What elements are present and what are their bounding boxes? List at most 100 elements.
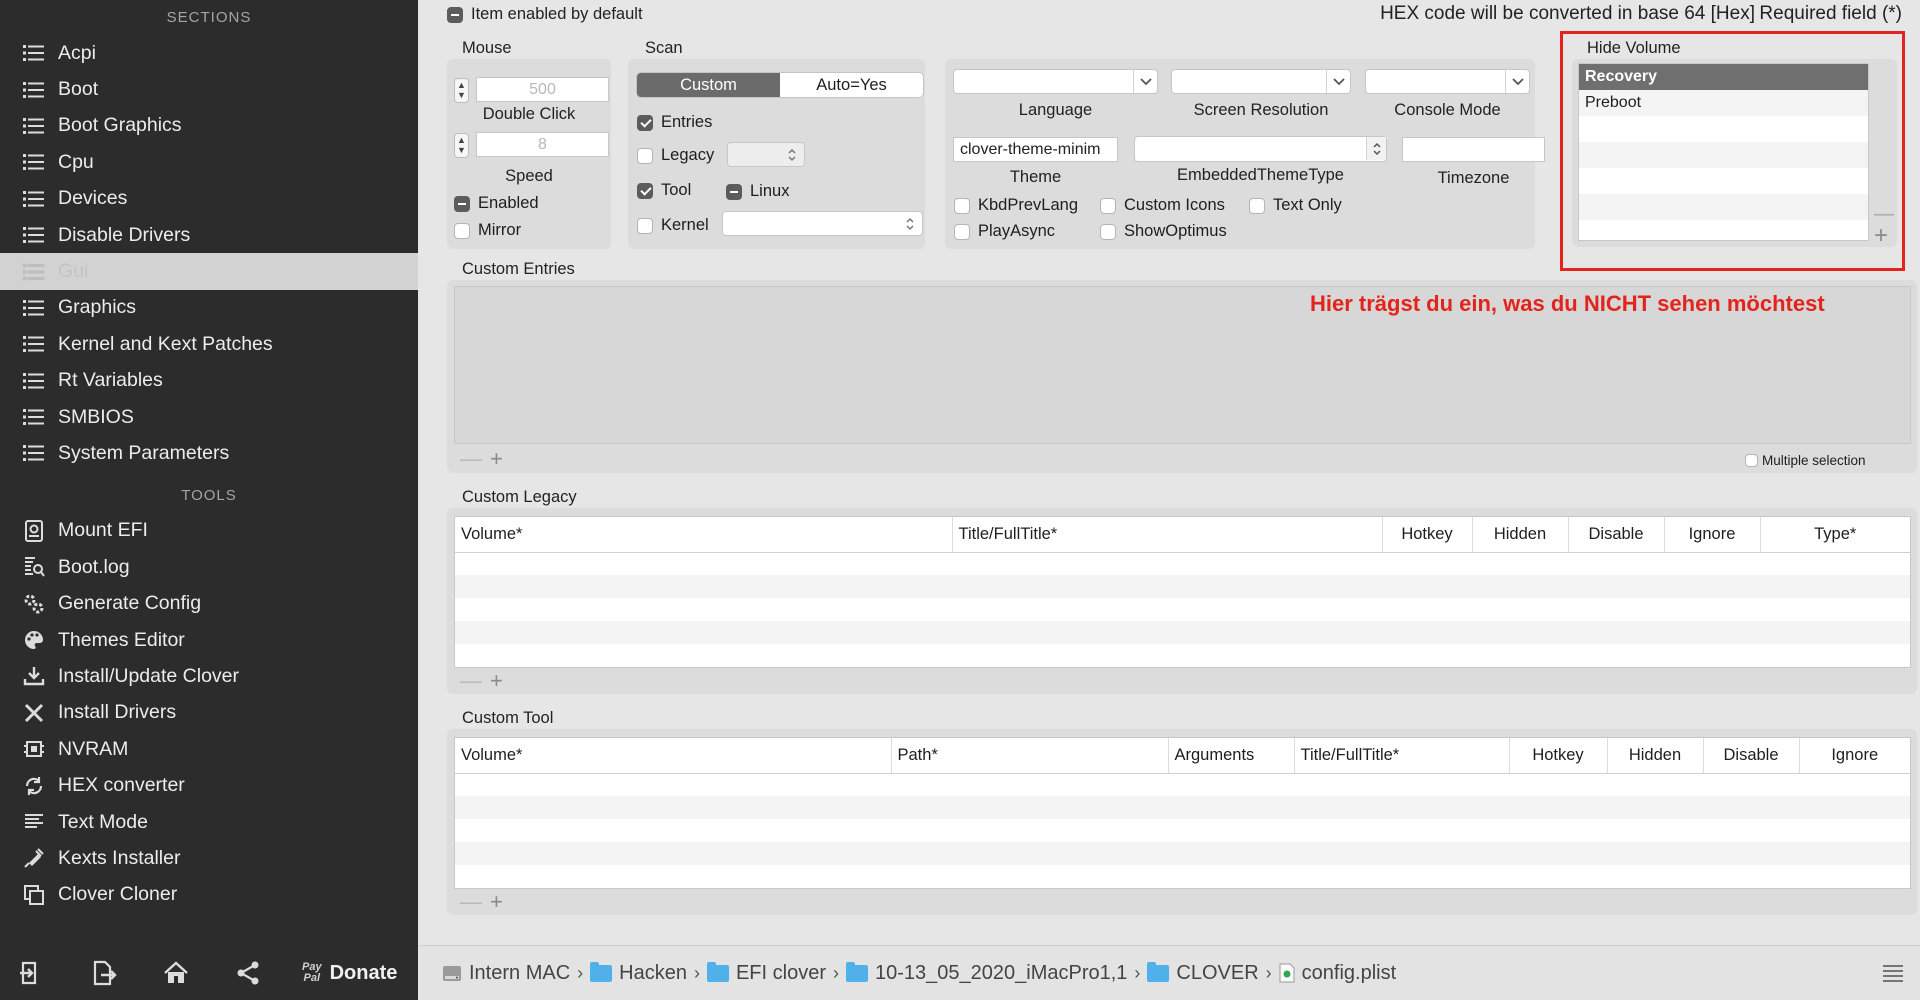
path-item-folder[interactable]: CLOVER › bbox=[1147, 961, 1278, 985]
scan-legacy-checkbox[interactable] bbox=[637, 147, 653, 164]
legacy-popup[interactable] bbox=[727, 142, 805, 167]
mouse-enabled-row[interactable]: Enabled bbox=[454, 194, 539, 213]
table-row[interactable] bbox=[455, 575, 1910, 598]
sidebar-item-acpi[interactable]: Acpi bbox=[0, 35, 418, 71]
multiple-selection-checkbox[interactable] bbox=[1745, 454, 1758, 467]
list-item[interactable] bbox=[1579, 142, 1868, 168]
double-click-stepper[interactable]: ▲ ▼ bbox=[454, 78, 469, 103]
tool-text-mode[interactable]: Text Mode bbox=[0, 804, 418, 840]
mouse-enabled-checkbox[interactable] bbox=[454, 195, 470, 212]
share-icon[interactable] bbox=[226, 953, 270, 993]
list-item[interactable] bbox=[1579, 220, 1868, 240]
kbdprevlang-checkbox[interactable] bbox=[954, 197, 970, 214]
list-item[interactable] bbox=[1579, 168, 1868, 194]
speed-field[interactable]: 8 bbox=[476, 132, 609, 157]
add-button[interactable]: + bbox=[490, 668, 511, 693]
scan-mode-segmented[interactable]: Custom Auto=Yes bbox=[636, 72, 924, 98]
timezone-field[interactable] bbox=[1402, 137, 1545, 162]
showoptimus-row[interactable]: ShowOptimus bbox=[1100, 222, 1227, 241]
add-button[interactable]: + bbox=[490, 446, 511, 471]
scan-auto-segment[interactable]: Auto=Yes bbox=[780, 73, 923, 97]
tool-hex-converter[interactable]: HEX converter bbox=[0, 767, 418, 803]
column-header[interactable]: Type* bbox=[1760, 517, 1910, 553]
tool-boot-log[interactable]: Boot.log bbox=[0, 549, 418, 585]
column-header[interactable]: Title/FullTitle* bbox=[952, 517, 1383, 553]
item-enabled-checkbox[interactable] bbox=[447, 6, 463, 23]
custom-icons-checkbox[interactable] bbox=[1100, 197, 1116, 214]
playasync-checkbox[interactable] bbox=[954, 223, 970, 240]
screen-resolution-popup[interactable] bbox=[1171, 69, 1351, 94]
sidebar-item-devices[interactable]: Devices bbox=[0, 181, 418, 217]
home-icon[interactable] bbox=[154, 953, 198, 993]
mouse-mirror-row[interactable]: Mirror bbox=[454, 221, 521, 240]
menu-lines-icon[interactable] bbox=[1882, 964, 1904, 988]
sidebar-item-boot-graphics[interactable]: Boot Graphics bbox=[0, 108, 418, 144]
double-click-field[interactable]: 500 bbox=[476, 77, 609, 102]
scan-tool-checkbox[interactable] bbox=[637, 182, 653, 199]
remove-button[interactable]: — bbox=[460, 446, 490, 471]
hide-volume-add-button[interactable]: + bbox=[1874, 224, 1888, 248]
column-header[interactable]: Title/FullTitle* bbox=[1294, 738, 1510, 774]
tool-nvram[interactable]: NVRAM bbox=[0, 731, 418, 767]
column-header[interactable]: Disable bbox=[1703, 738, 1800, 774]
donate-button[interactable]: Pay Pal Donate bbox=[302, 962, 397, 985]
column-header[interactable]: Hotkey bbox=[1382, 517, 1473, 553]
remove-button[interactable]: — bbox=[460, 889, 490, 914]
item-enabled-row[interactable]: Item enabled by default bbox=[447, 5, 643, 24]
text-only-checkbox[interactable] bbox=[1249, 197, 1265, 214]
path-item-file[interactable]: config.plist bbox=[1279, 962, 1396, 985]
tool-install-drivers[interactable]: Install Drivers bbox=[0, 695, 418, 731]
table-row[interactable] bbox=[455, 598, 1910, 621]
path-item-folder[interactable]: 10-13_05_2020_iMacPro1,1 › bbox=[846, 961, 1147, 985]
scan-entries-checkbox[interactable] bbox=[637, 114, 653, 131]
column-header[interactable]: Volume* bbox=[455, 517, 953, 553]
tool-mount-efi[interactable]: Mount EFI bbox=[0, 513, 418, 549]
scan-tool-row[interactable]: Tool bbox=[637, 181, 691, 200]
table-row[interactable] bbox=[455, 773, 1910, 796]
scan-kernel-checkbox[interactable] bbox=[637, 217, 653, 234]
theme-field[interactable]: clover-theme-minim bbox=[953, 137, 1118, 162]
list-item[interactable]: Recovery bbox=[1579, 64, 1868, 90]
export-file-icon[interactable] bbox=[82, 953, 126, 993]
scan-entries-row[interactable]: Entries bbox=[637, 113, 712, 132]
table-row[interactable] bbox=[455, 819, 1910, 842]
sidebar-item-disable-drivers[interactable]: Disable Drivers bbox=[0, 217, 418, 253]
custom-entries-add-remove[interactable]: —+ bbox=[460, 446, 511, 471]
column-header[interactable]: Hidden bbox=[1472, 517, 1569, 553]
custom-legacy-add-remove[interactable]: —+ bbox=[460, 668, 511, 693]
scan-custom-segment[interactable]: Custom bbox=[637, 73, 780, 97]
hide-volume-list[interactable]: Recovery Preboot bbox=[1578, 63, 1869, 241]
tool-themes-editor[interactable]: Themes Editor bbox=[0, 622, 418, 658]
table-row[interactable] bbox=[455, 865, 1910, 888]
scan-kernel-row[interactable]: Kernel bbox=[637, 216, 709, 235]
custom-tool-add-remove[interactable]: —+ bbox=[460, 889, 511, 914]
scan-legacy-row[interactable]: Legacy bbox=[637, 146, 714, 165]
multiple-selection-row[interactable]: Multiple selection bbox=[1745, 453, 1866, 468]
playasync-row[interactable]: PlayAsync bbox=[954, 222, 1055, 241]
column-header[interactable]: Arguments bbox=[1168, 738, 1295, 774]
sidebar-item-kernel-and-kext-patches[interactable]: Kernel and Kext Patches bbox=[0, 326, 418, 362]
column-header[interactable]: Path* bbox=[891, 738, 1169, 774]
mouse-mirror-checkbox[interactable] bbox=[454, 222, 470, 239]
column-header[interactable]: Volume* bbox=[455, 738, 892, 774]
list-item[interactable]: Preboot bbox=[1579, 90, 1868, 116]
sidebar-item-boot[interactable]: Boot bbox=[0, 71, 418, 107]
scan-linux-checkbox[interactable] bbox=[726, 183, 742, 200]
showoptimus-checkbox[interactable] bbox=[1100, 223, 1116, 240]
table-row[interactable] bbox=[455, 796, 1910, 819]
sidebar-item-rt-variables[interactable]: Rt Variables bbox=[0, 363, 418, 399]
add-button[interactable]: + bbox=[490, 889, 511, 914]
list-item[interactable] bbox=[1579, 194, 1868, 220]
column-header[interactable]: Hotkey bbox=[1509, 738, 1608, 774]
hide-volume-remove-button[interactable]: — bbox=[1874, 204, 1894, 224]
kbdprevlang-row[interactable]: KbdPrevLang bbox=[954, 196, 1078, 215]
table-row[interactable] bbox=[455, 842, 1910, 865]
custom-legacy-table[interactable]: Volume* Title/FullTitle* Hotkey Hidden D… bbox=[454, 516, 1911, 668]
remove-button[interactable]: — bbox=[460, 668, 490, 693]
custom-tool-table[interactable]: Volume* Path* Arguments Title/FullTitle*… bbox=[454, 737, 1911, 889]
column-header[interactable]: Ignore bbox=[1799, 738, 1910, 774]
text-only-row[interactable]: Text Only bbox=[1249, 196, 1342, 215]
sidebar-item-cpu[interactable]: Cpu bbox=[0, 144, 418, 180]
sidebar-item-smbios[interactable]: SMBIOS bbox=[0, 399, 418, 435]
table-row[interactable] bbox=[455, 621, 1910, 644]
